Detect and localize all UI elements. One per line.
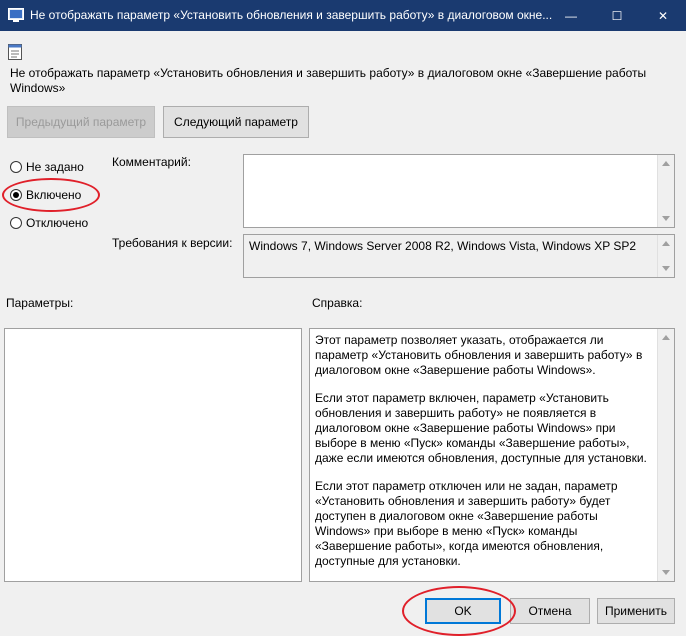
requirements-scrollbar[interactable] [657, 235, 674, 277]
comment-value [244, 155, 674, 161]
cancel-button[interactable]: Отмена [510, 598, 590, 624]
parameters-pane[interactable] [4, 328, 302, 582]
comment-input[interactable] [243, 154, 675, 228]
requirements-value: Windows 7, Windows Server 2008 R2, Windo… [249, 239, 637, 253]
help-paragraph-1: Этот параметр позволяет указать, отображ… [315, 333, 643, 377]
apply-button[interactable]: Применить [597, 598, 675, 624]
scroll-down-icon[interactable] [662, 266, 670, 271]
requirements-field[interactable]: Windows 7, Windows Server 2008 R2, Windo… [243, 234, 675, 278]
scroll-down-icon[interactable] [662, 216, 670, 221]
radio-disabled[interactable]: Отключено [10, 216, 88, 230]
close-button[interactable]: ✕ [640, 0, 686, 31]
policy-window-icon [8, 8, 24, 22]
requirements-label: Требования к версии: [112, 236, 233, 250]
radio-not-configured[interactable]: Не задано [10, 160, 84, 174]
maximize-button[interactable]: ☐ [594, 0, 640, 31]
radio-label: Отключено [26, 216, 89, 230]
minimize-button[interactable]: — [548, 0, 594, 31]
help-text: Этот параметр позволяет указать, отображ… [310, 329, 674, 586]
scroll-up-icon[interactable] [662, 161, 670, 166]
policy-setting-icon [8, 44, 22, 60]
next-setting-button[interactable]: Следующий параметр [163, 106, 309, 138]
title-bar[interactable]: Не отображать параметр «Установить обнов… [0, 0, 686, 31]
radio-indicator[interactable] [10, 217, 22, 229]
radio-label: Не задано [26, 160, 84, 174]
help-pane[interactable]: Этот параметр позволяет указать, отображ… [309, 328, 675, 582]
scroll-up-icon[interactable] [662, 335, 670, 340]
help-label: Справка: [312, 296, 363, 310]
highlight-ellipse-enabled [2, 178, 100, 212]
highlight-ellipse-ok [402, 586, 516, 636]
radio-indicator[interactable] [10, 161, 22, 173]
comment-scrollbar[interactable] [657, 155, 674, 227]
parameters-label: Параметры: [6, 296, 74, 310]
help-paragraph-3: Если этот параметр отключен или не задан… [315, 479, 618, 568]
window-title: Не отображать параметр «Установить обнов… [30, 8, 553, 22]
previous-setting-button[interactable]: Предыдущий параметр [7, 106, 155, 138]
comment-label: Комментарий: [112, 155, 191, 169]
help-scrollbar[interactable] [657, 329, 674, 581]
policy-name: Не отображать параметр «Установить обнов… [10, 66, 647, 95]
help-paragraph-2: Если этот параметр включен, параметр «Ус… [315, 391, 647, 465]
scroll-down-icon[interactable] [662, 570, 670, 575]
scroll-up-icon[interactable] [662, 241, 670, 246]
